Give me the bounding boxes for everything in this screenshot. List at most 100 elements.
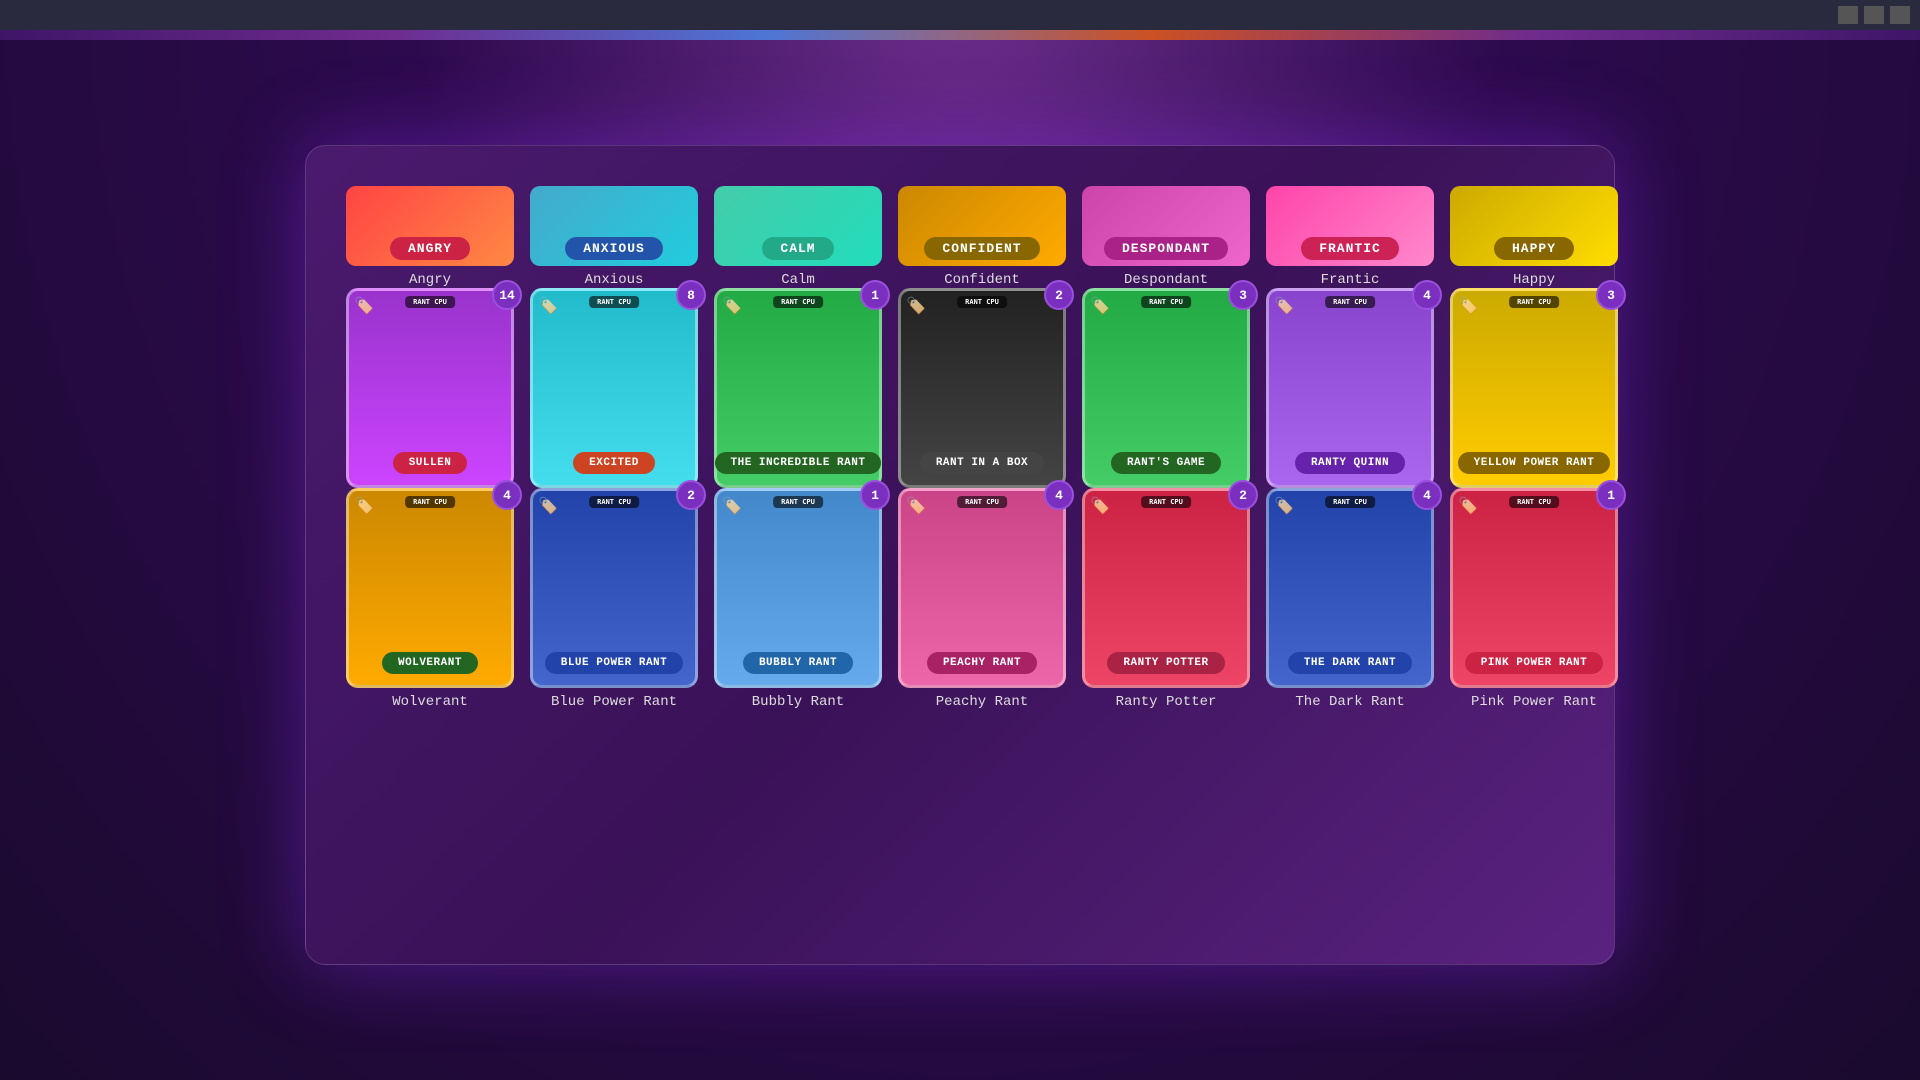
emotion-card-inner-happy[interactable]: HAPPY xyxy=(1450,186,1618,266)
rant-logo-yellow: RANT CPU xyxy=(1509,296,1559,308)
char-card-inner-potter[interactable]: 🏷️ RANT CPU xyxy=(1082,488,1250,688)
badge-count-blue: 2 xyxy=(676,480,706,510)
char-card-rantyquinn[interactable]: 4 🏷️ RANT CPU xyxy=(1266,288,1434,488)
char-card-inner-peachy[interactable]: 🏷️ RANT CPU xyxy=(898,488,1066,688)
char-card-wrapper-rantsgame: 3 🏷️ RANT CPU xyxy=(1082,288,1250,488)
emotion-card-despondant[interactable]: DESPONDANT Despondant xyxy=(1082,186,1250,288)
emotion-card-inner-anxious[interactable]: ANXIOUS xyxy=(530,186,698,266)
char-card-inner-dark[interactable]: 🏷️ RANT CPU xyxy=(1266,488,1434,688)
emotion-cards-row: ANGRY Angry ANXIOUS Anxious CALM Calm CO… xyxy=(346,186,1574,288)
emotion-label-happy: HAPPY xyxy=(1494,237,1574,260)
emotion-card-happy[interactable]: HAPPY Happy xyxy=(1450,186,1618,288)
restore-button[interactable] xyxy=(1864,6,1884,24)
char-card-wrapper-peachy: 4 🏷️ RANT CPU xyxy=(898,488,1066,688)
char-card-inner-rantsgame[interactable]: 🏷️ RANT CPU xyxy=(1082,288,1250,488)
char-display-name-bubbly: Bubbly Rant xyxy=(714,694,882,710)
char-name-badge-wolverant: WOLVERANT xyxy=(382,652,478,674)
char-card-wolverant[interactable]: 4 🏷️ RANT CPU xyxy=(346,488,514,688)
char-card-pink[interactable]: 1 🏷️ RANT CPU xyxy=(1450,488,1618,688)
rant-logo-incredible: RANT CPU xyxy=(773,296,823,308)
emotion-card-inner-confident[interactable]: CONFIDENT xyxy=(898,186,1066,266)
badge-count-dark: 4 xyxy=(1412,480,1442,510)
tag-icon-rantbox: 🏷️ xyxy=(906,296,926,316)
badge-count-rantbox: 2 xyxy=(1044,280,1074,310)
emotion-label-angry: ANGRY xyxy=(390,237,470,260)
char-name-badge-rantyquinn: RANTY QUINN xyxy=(1295,452,1405,474)
emotion-card-inner-angry[interactable]: ANGRY xyxy=(346,186,514,266)
char-card-wrapper-blue: 2 🏷️ RANT CPU xyxy=(530,488,698,688)
emotion-card-anxious[interactable]: ANXIOUS Anxious xyxy=(530,186,698,288)
char-card-dark[interactable]: 4 🏷️ RANT CPU xyxy=(1266,488,1434,688)
emotion-card-inner-calm[interactable]: CALM xyxy=(714,186,882,266)
tag-icon-bubbly: 🏷️ xyxy=(722,496,742,516)
char-card-peachy[interactable]: 4 🏷️ RANT CPU xyxy=(898,488,1066,688)
char-card-wrapper-bubbly: 1 🏷️ RANT CPU xyxy=(714,488,882,688)
char-card-inner-rantbox[interactable]: 🏷️ RANT CPU xyxy=(898,288,1066,488)
char-card-inner-bubbly[interactable]: 🏷️ RANT CPU xyxy=(714,488,882,688)
char-name-badge-blue: BLUE POWER RANT xyxy=(545,652,684,674)
char-card-potter[interactable]: 2 🏷️ RANT CPU xyxy=(1082,488,1250,688)
char-card-wrapper-incredible: 1 🏷️ RANT CPU xyxy=(714,288,882,488)
char-card-inner-sullen[interactable]: 🏷️ RANT CPU xyxy=(346,288,514,488)
emotion-card-calm[interactable]: CALM Calm xyxy=(714,186,882,288)
char-name-badge-incredible: THE INCREDIBLE RANT xyxy=(715,452,882,474)
emotion-name-confident: Confident xyxy=(944,272,1020,288)
inventory-modal: ANGRY Angry ANXIOUS Anxious CALM Calm CO… xyxy=(305,145,1615,965)
tag-icon-excited: 🏷️ xyxy=(538,296,558,316)
badge-count-rantsgame: 3 xyxy=(1228,280,1258,310)
rant-logo-wolverant: RANT CPU xyxy=(405,496,455,508)
badge-count-yellow: 3 xyxy=(1596,280,1626,310)
char-card-wrapper-pink: 1 🏷️ RANT CPU xyxy=(1450,488,1618,688)
char-card-inner-blue[interactable]: 🏷️ RANT CPU xyxy=(530,488,698,688)
char-card-wrapper-rantyquinn: 4 🏷️ RANT CPU xyxy=(1266,288,1434,488)
close-window-button[interactable] xyxy=(1890,6,1910,24)
char-card-inner-incredible[interactable]: 🏷️ RANT CPU xyxy=(714,288,882,488)
emotion-card-frantic[interactable]: FRANTIC Frantic xyxy=(1266,186,1434,288)
char-card-inner-yellow[interactable]: 🏷️ RANT CPU xyxy=(1450,288,1618,488)
char-card-inner-excited[interactable]: 🏷️ RANT CPU xyxy=(530,288,698,488)
emotion-label-confident: CONFIDENT xyxy=(924,237,1039,260)
emotion-card-confident[interactable]: CONFIDENT Confident xyxy=(898,186,1066,288)
char-card-bubbly[interactable]: 1 🏷️ RANT CPU xyxy=(714,488,882,688)
char-card-rantsgame[interactable]: 3 🏷️ RANT CPU xyxy=(1082,288,1250,488)
tag-icon-peachy: 🏷️ xyxy=(906,496,926,516)
minimize-button[interactable] xyxy=(1838,6,1858,24)
badge-count-wolverant: 4 xyxy=(492,480,522,510)
char-display-name-peachy: Peachy Rant xyxy=(898,694,1066,710)
char-card-wrapper-wolverant: 4 🏷️ RANT CPU xyxy=(346,488,514,688)
character-cards-row-2: 4 🏷️ RANT CPU xyxy=(346,488,1574,688)
char-display-name-potter: Ranty Potter xyxy=(1082,694,1250,710)
emotion-card-inner-despondant[interactable]: DESPONDANT xyxy=(1082,186,1250,266)
char-card-inner-rantyquinn[interactable]: 🏷️ RANT CPU xyxy=(1266,288,1434,488)
char-card-incredible[interactable]: 1 🏷️ RANT CPU xyxy=(714,288,882,488)
tag-icon-potter: 🏷️ xyxy=(1090,496,1110,516)
emotion-name-frantic: Frantic xyxy=(1321,272,1380,288)
char-card-wrapper-yellow: 3 🏷️ RANT CPU xyxy=(1450,288,1618,488)
emotion-card-angry[interactable]: ANGRY Angry xyxy=(346,186,514,288)
char-card-wrapper-rantbox: 2 🏷️ RANT CPU xyxy=(898,288,1066,488)
char-card-excited[interactable]: 8 🏷️ RANT CPU xyxy=(530,288,698,488)
char-display-name-dark: The Dark Rant xyxy=(1266,694,1434,710)
badge-count-bubbly: 1 xyxy=(860,480,890,510)
emotion-name-angry: Angry xyxy=(409,272,451,288)
emotion-label-frantic: FRANTIC xyxy=(1301,237,1399,260)
emotion-label-anxious: ANXIOUS xyxy=(565,237,663,260)
tag-icon-rantsgame: 🏷️ xyxy=(1090,296,1110,316)
tag-icon-wolverant: 🏷️ xyxy=(354,496,374,516)
emotion-card-inner-frantic[interactable]: FRANTIC xyxy=(1266,186,1434,266)
char-card-rantbox[interactable]: 2 🏷️ RANT CPU xyxy=(898,288,1066,488)
char-card-yellow[interactable]: 3 🏷️ RANT CPU xyxy=(1450,288,1618,488)
badge-count-excited: 8 xyxy=(676,280,706,310)
rant-logo-potter: RANT CPU xyxy=(1141,496,1191,508)
badge-count-potter: 2 xyxy=(1228,480,1258,510)
char-name-badge-potter: RANTY POTTER xyxy=(1107,652,1224,674)
char-card-sullen[interactable]: 14 🏷️ RANT CPU xyxy=(346,288,514,488)
char-card-blue[interactable]: 2 🏷️ RANT CPU xyxy=(530,488,698,688)
char-name-badge-rantbox: RANT IN A BOX xyxy=(920,452,1044,474)
char-card-inner-pink[interactable]: 🏷️ RANT CPU xyxy=(1450,488,1618,688)
character-cards-row-1: 14 🏷️ RANT CPU xyxy=(346,288,1574,488)
emotion-name-calm: Calm xyxy=(781,272,815,288)
char-card-inner-wolverant[interactable]: 🏷️ RANT CPU xyxy=(346,488,514,688)
rant-logo-rantsgame: RANT CPU xyxy=(1141,296,1191,308)
badge-count-pink: 1 xyxy=(1596,480,1626,510)
